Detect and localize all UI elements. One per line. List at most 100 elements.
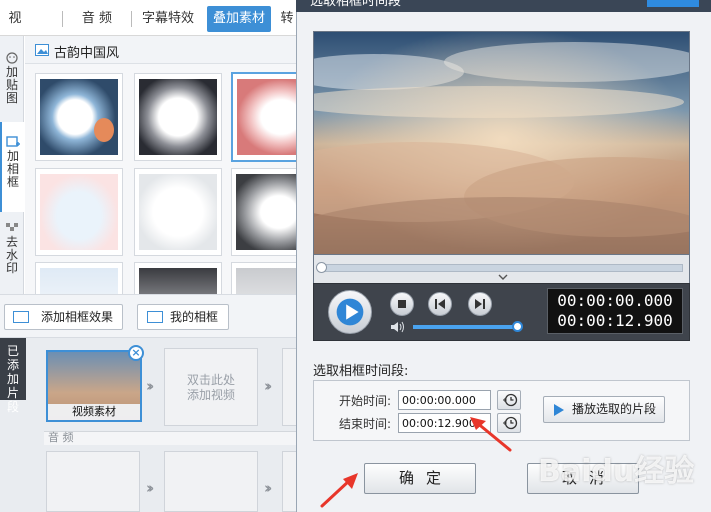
sidebar-item-stickers[interactable]: 加贴图 [0,52,24,114]
nav-divider [131,11,132,27]
volume-icon[interactable] [390,321,406,333]
previous-frame-button[interactable] [428,292,452,316]
sidebar-item-label: 加贴图 [6,65,19,105]
lantern-shape [94,118,114,142]
close-button[interactable] [647,0,699,7]
added-clips-tab-label: 已添加片段 [7,344,20,414]
clock-icon [503,393,518,407]
play-icon [336,298,364,326]
frame-thumbnail-selected[interactable] [231,72,296,162]
added-clips-tab[interactable]: 已添加片段 [0,338,26,414]
end-time-label: 结束时间: [339,417,392,431]
play-selected-segment-button[interactable]: 播放选取的片段 [543,396,665,423]
tab-audio[interactable]: 音 频 [72,6,122,32]
volume-level [413,325,518,329]
section-title: 选取相框时间段: [313,364,409,379]
audio-clip-slot[interactable] [164,451,258,512]
sidebar-item-label: 加相框 [7,149,20,189]
material-category-header: 古韵中国风 [25,36,296,64]
player-controls: 00:00:00.000 00:00:12.900 [313,283,690,341]
add-video-placeholder[interactable] [282,348,296,426]
frame-thumbnail[interactable] [231,168,296,256]
placeholder-text: 双击此处添加视频 [186,373,235,402]
set-start-time-button[interactable] [497,390,521,410]
volume-slider[interactable] [413,321,523,332]
frame-action-bar: 添加相框效果 我的相框 [0,294,296,338]
stop-icon [398,300,406,308]
category-title: 古韵中国风 [54,46,120,61]
frame-thumbnail[interactable] [35,73,123,161]
start-time-input[interactable] [398,390,491,410]
volume-handle[interactable] [511,321,523,332]
play-button[interactable] [328,290,372,334]
thumbnail-image [40,79,118,155]
sidebar-item-remove-watermark[interactable]: 去水印 [0,222,24,284]
tab-subtitle-effects[interactable]: 字幕特效 [136,6,200,32]
clip-label: 视频素材 [48,404,140,420]
nav-divider [62,11,63,27]
thumbnail-image [236,268,296,294]
remove-clip-icon[interactable]: × [128,345,144,361]
current-time: 00:00:00.000 [557,291,673,310]
previous-icon [435,299,445,309]
tab-video[interactable]: 视 频 [0,6,30,52]
dialog-title: 选取相框时间段 [310,0,402,9]
thumbnail-image [40,268,118,294]
thumbnail-image [236,174,296,250]
frame-thumbnail[interactable] [231,262,296,294]
start-time-label: 开始时间: [339,394,392,408]
total-time: 00:00:12.900 [557,311,673,330]
frame-thumbnail[interactable] [134,73,222,161]
sidebar-item-frames[interactable]: 加相框 [0,122,24,212]
chevron-right-icon: ›› [146,377,155,395]
annotation-arrow [320,473,358,508]
ok-button[interactable]: 确定 [364,463,476,494]
watermark-logo: Baidu经验 [538,454,695,489]
play-selected-segment-label: 播放选取的片段 [572,402,657,416]
chevron-right-icon: ›› [264,479,273,497]
chevron-right-icon: ›› [264,377,273,395]
video-clip[interactable]: 视频素材 [46,350,142,422]
top-navigation: 视 频 音 频 字幕特效 叠加素材 转 [0,0,296,52]
video-preview [313,31,690,255]
thumbnail-image [139,174,217,250]
add-frame-icon [13,311,29,323]
material-sidebar: 加贴图 加相框 去水印 [0,36,24,294]
chevron-down-icon[interactable] [498,274,508,280]
dialog-titlebar: 选取相框时间段 [296,0,711,12]
seek-track[interactable] [320,264,683,272]
tab-overlay-materials[interactable]: 叠加素材 [207,6,271,32]
add-frame-effect-button[interactable]: 添加相框效果 [4,304,123,330]
audio-track-header: 音 频 [44,431,296,445]
my-frames-label: 我的相框 [170,310,219,324]
thumbnail-image [40,174,118,250]
sticker-icon [6,52,18,64]
sidebar-item-label: 去水印 [6,235,19,275]
annotation-arrow [470,417,512,452]
watermark-remove-icon [6,223,18,231]
frame-add-icon [6,136,20,147]
thumbnail-image [237,79,296,155]
thumbnail-image [139,79,217,155]
frame-thumbnail[interactable] [35,168,123,256]
my-frames-button[interactable]: 我的相框 [137,304,229,330]
audio-clip-slot[interactable] [282,451,296,512]
video-frame [314,32,689,254]
time-display: 00:00:00.000 00:00:12.900 [547,288,683,334]
play-icon [554,404,564,416]
add-frame-effect-label: 添加相框效果 [41,310,114,324]
frame-thumbnail[interactable] [134,262,222,294]
image-icon [35,44,49,56]
add-video-placeholder[interactable]: 双击此处添加视频 [164,348,258,426]
next-icon [475,299,485,309]
frame-thumbnail[interactable] [134,168,222,256]
frame-thumbnail[interactable] [35,262,123,294]
seek-bar[interactable] [313,255,690,283]
tab-transition[interactable]: 转 [278,6,296,32]
stop-button[interactable] [390,292,414,316]
chevron-right-icon: ›› [146,479,155,497]
audio-clip-slot[interactable] [46,451,140,512]
next-frame-button[interactable] [468,292,492,316]
seek-handle[interactable] [316,262,327,273]
material-grid [25,64,296,294]
